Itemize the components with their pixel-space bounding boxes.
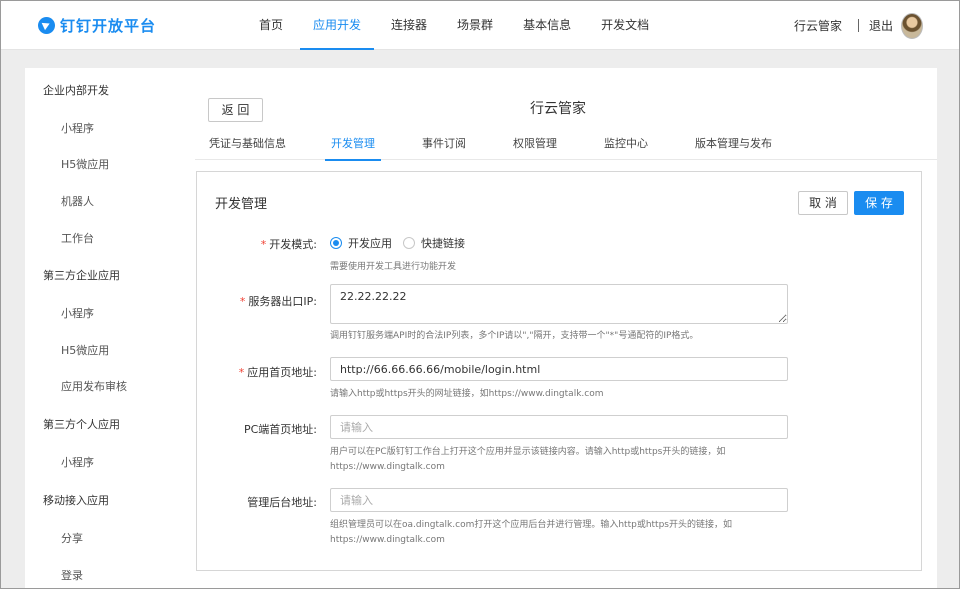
- nav-connector[interactable]: 连接器: [378, 1, 440, 50]
- pc-url-hint: 用户可以在PC版钉钉工作台上打开这个应用并显示该链接内容。请输入http或htt…: [330, 447, 726, 472]
- cancel-button[interactable]: 取 消: [798, 191, 848, 215]
- logout-link[interactable]: 退出: [869, 17, 893, 34]
- home-url-field[interactable]: [330, 357, 788, 381]
- logo[interactable]: 钉钉开放平台: [38, 15, 156, 35]
- divider: [857, 19, 859, 32]
- sidebar-item-workbench[interactable]: 工作台: [61, 230, 94, 246]
- sidebar-item-h5[interactable]: H5微应用: [61, 342, 109, 358]
- home-url-hint: 请输入http或https开头的网址链接，如https://www.dingta…: [330, 389, 604, 399]
- required-mark: *: [238, 366, 245, 379]
- nav-app-dev[interactable]: 应用开发: [300, 1, 375, 50]
- radio-dev-app[interactable]: 开发应用: [330, 235, 392, 251]
- sidebar-group-third-party-enterprise[interactable]: 第三方企业应用: [43, 267, 120, 283]
- main-panel: 行云管家 返 回 凭证与基础信息 开发管理 事件订阅 权限管理 监控中心 版本管…: [179, 68, 937, 588]
- nav-scene-group[interactable]: 场景群: [444, 1, 506, 50]
- server-ip-field[interactable]: 22.22.22.22: [330, 284, 788, 324]
- pc-url-label: PC端首页地址:: [243, 423, 317, 436]
- form-title: 开发管理: [215, 197, 268, 212]
- required-mark: *: [239, 295, 246, 308]
- admin-url-label: 管理后台地址:: [247, 496, 317, 509]
- admin-url-hint: 组织管理员可以在oa.dingtalk.com打开这个应用后台并进行管理。输入h…: [330, 520, 732, 545]
- dev-mode-hint: 需要使用开发工具进行功能开发: [330, 262, 457, 272]
- header-user-area: 行云管家 退出: [794, 1, 923, 50]
- dingtalk-logo-icon: [38, 16, 55, 34]
- radio-quick-link[interactable]: 快捷链接: [403, 235, 465, 251]
- server-ip-label: * 服务器出口IP:: [239, 295, 317, 308]
- tab-dev-management[interactable]: 开发管理: [325, 130, 381, 161]
- tab-monitoring[interactable]: 监控中心: [604, 130, 648, 160]
- sidebar-group-internal[interactable]: 企业内部开发: [43, 82, 109, 98]
- sidebar-item-mini-program[interactable]: 小程序: [61, 120, 94, 136]
- sidebar-item-mini-program[interactable]: 小程序: [61, 305, 94, 321]
- pc-url-field[interactable]: [330, 415, 788, 439]
- sidebar-item-mini-program[interactable]: 小程序: [61, 454, 94, 470]
- home-url-label: * 应用首页地址:: [238, 366, 317, 379]
- sidebar-group-third-party-personal[interactable]: 第三方个人应用: [43, 416, 120, 432]
- server-ip-hint: 调用钉钉服务端API时的合法IP列表，多个IP请以","隔开，支持带一个"*"号…: [330, 331, 699, 341]
- sidebar: 企业内部开发 小程序 H5微应用 机器人 工作台 第三方企业应用 小程序 H5微…: [25, 68, 179, 588]
- main-nav: 首页 应用开发 连接器 场景群 基本信息 开发文档: [246, 1, 666, 50]
- save-button[interactable]: 保 存: [854, 191, 904, 215]
- sidebar-group-mobile-access[interactable]: 移动接入应用: [43, 492, 109, 508]
- sidebar-item-publish-review[interactable]: 应用发布审核: [61, 378, 127, 394]
- back-button[interactable]: 返 回: [208, 98, 263, 122]
- nav-home[interactable]: 首页: [246, 1, 296, 50]
- radio-checked-icon: [330, 237, 342, 249]
- sidebar-item-robot[interactable]: 机器人: [61, 193, 94, 209]
- org-name[interactable]: 行云管家: [794, 17, 842, 34]
- sidebar-item-login[interactable]: 登录: [61, 567, 83, 583]
- tab-version-release[interactable]: 版本管理与发布: [695, 130, 772, 160]
- logo-text: 钉钉开放平台: [60, 16, 157, 35]
- sidebar-item-share[interactable]: 分享: [61, 530, 83, 546]
- page-title: 行云管家: [530, 101, 586, 117]
- tab-event-subscription[interactable]: 事件订阅: [422, 130, 466, 160]
- admin-url-field[interactable]: [330, 488, 788, 512]
- tab-bar: 凭证与基础信息 开发管理 事件订阅 权限管理 监控中心 版本管理与发布: [195, 130, 937, 161]
- nav-basic-info[interactable]: 基本信息: [510, 1, 584, 50]
- tab-credentials[interactable]: 凭证与基础信息: [209, 130, 286, 160]
- top-bar: 钉钉开放平台 首页 应用开发 连接器 场景群 基本信息 开发文档 行云管家 退出: [1, 1, 959, 50]
- sidebar-item-h5[interactable]: H5微应用: [61, 156, 109, 172]
- app-window: 钉钉开放平台 首页 应用开发 连接器 场景群 基本信息 开发文档 行云管家 退出…: [0, 0, 960, 589]
- nav-dev-docs[interactable]: 开发文档: [588, 1, 662, 50]
- radio-unchecked-icon: [403, 237, 415, 249]
- avatar[interactable]: [901, 12, 923, 39]
- required-mark: *: [260, 238, 267, 251]
- dev-mode-label: * 开发模式:: [260, 238, 317, 251]
- tab-permissions[interactable]: 权限管理: [513, 130, 557, 160]
- dev-management-form: 开发管理 取 消 保 存 * 开发模式: 开发应用 快捷链接 需要使用开发工具进行…: [196, 171, 922, 571]
